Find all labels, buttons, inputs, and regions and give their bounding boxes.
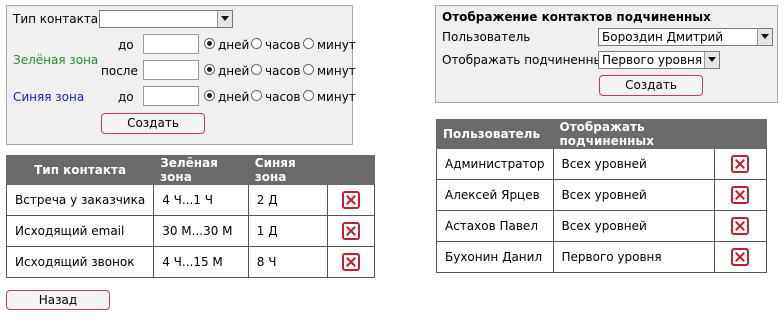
delete-icon[interactable] bbox=[341, 191, 360, 209]
cell-show-subordinates: Всех уровней bbox=[552, 210, 715, 242]
cell-user: Алексей Ярцев bbox=[436, 179, 554, 211]
column-header-green-zone: Зелёная зона bbox=[153, 155, 249, 185]
create-subordinate-button[interactable]: Создать bbox=[599, 75, 703, 96]
subordinates-table: Пользователь Отображать подчиненных Адми… bbox=[436, 119, 768, 273]
back-button[interactable]: Назад bbox=[6, 290, 110, 310]
green-after-label: после bbox=[101, 64, 138, 78]
blue-minutes-label: минут bbox=[317, 90, 356, 104]
user-value: Бороздин Дмитрий bbox=[602, 30, 724, 44]
green-after-days-label: дней bbox=[218, 64, 250, 78]
table-row: Администратор Всех уровней bbox=[436, 148, 768, 180]
green-from-minutes-radio[interactable] bbox=[303, 38, 314, 49]
green-from-input[interactable] bbox=[143, 34, 199, 54]
green-from-days-radio[interactable] bbox=[204, 38, 215, 49]
cell-blue-zone: 2 Д bbox=[247, 184, 328, 216]
green-after-hours-label: часов bbox=[265, 64, 301, 78]
green-after-minutes-label: минут bbox=[317, 64, 356, 78]
delete-icon[interactable] bbox=[341, 253, 360, 271]
delete-icon[interactable] bbox=[341, 222, 360, 240]
column-header-user: Пользователь bbox=[436, 119, 554, 149]
show-subordinates-value: Первого уровня bbox=[602, 53, 703, 67]
column-header-show-subordinates: Отображать подчиненных bbox=[552, 119, 715, 149]
green-from-hours-label: часов bbox=[265, 38, 301, 52]
table-row: Исходящий звонок 4 Ч...15 М 8 Ч bbox=[5, 246, 376, 278]
green-from-minutes-label: минут bbox=[317, 38, 356, 52]
cell-show-subordinates: Всех уровней bbox=[552, 148, 715, 180]
table-row: Исходящий email 30 М...30 М 1 Д bbox=[5, 215, 376, 247]
cell-contact-type: Исходящий звонок bbox=[5, 246, 155, 278]
user-select[interactable]: Бороздин Дмитрий bbox=[598, 28, 773, 46]
cell-blue-zone: 1 Д bbox=[247, 215, 328, 247]
cell-contact-type: Встреча у заказчика bbox=[5, 184, 155, 216]
table-row: Алексей Ярцев Всех уровней bbox=[436, 179, 768, 211]
cell-actions bbox=[713, 241, 768, 273]
green-after-hours-radio[interactable] bbox=[251, 64, 262, 75]
green-after-input[interactable] bbox=[143, 60, 199, 80]
blue-from-input[interactable] bbox=[143, 86, 199, 106]
show-subordinates-label: Отображать подчиненных bbox=[442, 53, 611, 67]
table-header-row: Тип контакта Зелёная зона Синяя зона bbox=[5, 155, 376, 185]
blue-days-radio[interactable] bbox=[204, 90, 215, 101]
column-header-contact-type: Тип контакта bbox=[5, 155, 155, 185]
delete-icon[interactable] bbox=[731, 186, 750, 204]
cell-actions bbox=[326, 184, 376, 216]
cell-green-zone: 30 М...30 М bbox=[153, 215, 249, 247]
blue-minutes-radio[interactable] bbox=[303, 90, 314, 101]
zone-settings-panel: Тип контакта Зелёная зона до дней часов … bbox=[6, 5, 356, 145]
green-after-days-radio[interactable] bbox=[204, 64, 215, 75]
table-row: Встреча у заказчика 4 Ч...1 Ч 2 Д bbox=[5, 184, 376, 216]
chevron-down-icon[interactable] bbox=[757, 29, 772, 45]
subordinates-panel: Отображение контактов подчиненных Пользо… bbox=[435, 5, 778, 103]
contact-types-table: Тип контакта Зелёная зона Синяя зона Вст… bbox=[5, 155, 376, 278]
blue-from-label: до bbox=[118, 90, 134, 104]
blue-zone-label: Синяя зона bbox=[13, 90, 85, 104]
column-header-blue-zone: Синяя зона bbox=[247, 155, 328, 185]
cell-actions bbox=[713, 148, 768, 180]
cell-actions bbox=[713, 210, 768, 242]
blue-hours-radio[interactable] bbox=[251, 90, 262, 101]
create-zone-button[interactable]: Создать bbox=[101, 113, 205, 134]
delete-icon[interactable] bbox=[731, 248, 750, 266]
table-row: Бухонин Данил Первого уровня bbox=[436, 241, 768, 273]
cell-blue-zone: 8 Ч bbox=[247, 246, 328, 278]
cell-user: Астахов Павел bbox=[436, 210, 554, 242]
cell-contact-type: Исходящий email bbox=[5, 215, 155, 247]
user-label: Пользователь bbox=[442, 30, 531, 44]
delete-icon[interactable] bbox=[731, 155, 750, 173]
cell-show-subordinates: Первого уровня bbox=[552, 241, 715, 273]
cell-user: Администратор bbox=[436, 148, 554, 180]
blue-hours-label: часов bbox=[265, 90, 301, 104]
cell-user: Бухонин Данил bbox=[436, 241, 554, 273]
green-after-minutes-radio[interactable] bbox=[303, 64, 314, 75]
cell-actions bbox=[713, 179, 768, 211]
column-header-actions bbox=[326, 155, 376, 185]
green-zone-label: Зелёная зона bbox=[13, 53, 99, 67]
contact-type-select[interactable] bbox=[99, 10, 233, 28]
delete-icon[interactable] bbox=[731, 217, 750, 235]
cell-actions bbox=[326, 215, 376, 247]
cell-green-zone: 4 Ч...1 Ч bbox=[153, 184, 249, 216]
column-header-actions bbox=[713, 119, 768, 149]
cell-show-subordinates: Всех уровней bbox=[552, 179, 715, 211]
chevron-down-icon[interactable] bbox=[704, 52, 719, 68]
green-from-label: до bbox=[118, 38, 134, 52]
contact-type-label: Тип контакта bbox=[13, 12, 99, 26]
table-header-row: Пользователь Отображать подчиненных bbox=[436, 119, 768, 149]
table-row: Астахов Павел Всех уровней bbox=[436, 210, 768, 242]
blue-days-label: дней bbox=[218, 90, 250, 104]
show-subordinates-select[interactable]: Первого уровня bbox=[598, 51, 720, 69]
cell-green-zone: 4 Ч...15 М bbox=[153, 246, 249, 278]
green-from-hours-radio[interactable] bbox=[251, 38, 262, 49]
chevron-down-icon[interactable] bbox=[217, 11, 232, 27]
cell-actions bbox=[326, 246, 376, 278]
green-from-days-label: дней bbox=[218, 38, 250, 52]
subordinates-panel-title: Отображение контактов подчиненных bbox=[442, 10, 711, 24]
